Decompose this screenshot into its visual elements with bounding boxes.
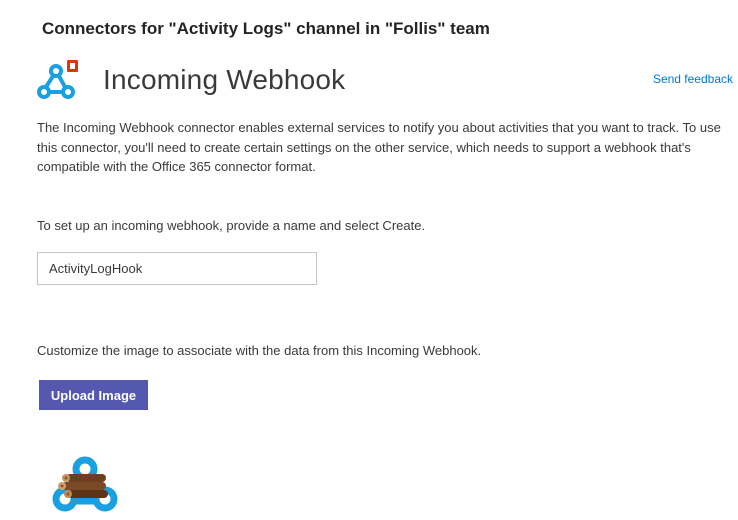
- setup-instruction: To set up an incoming webhook, provide a…: [37, 218, 426, 233]
- send-feedback-link[interactable]: Send feedback: [653, 72, 733, 86]
- log-pile-icon: [58, 474, 108, 498]
- webhook-name-input[interactable]: [37, 252, 317, 285]
- upload-image-button[interactable]: Upload Image: [39, 380, 148, 410]
- connector-name: Incoming Webhook: [103, 64, 346, 95]
- connector-description: The Incoming Webhook connector enables e…: [37, 120, 721, 174]
- connector-config-page: Connectors for "Activity Logs" channel i…: [0, 0, 738, 520]
- image-instruction: Customize the image to associate with th…: [37, 343, 482, 358]
- webhook-logs-image: [52, 456, 118, 512]
- webhook-office-icon: [37, 60, 78, 99]
- dialog-title: Connectors for "Activity Logs" channel i…: [42, 19, 490, 38]
